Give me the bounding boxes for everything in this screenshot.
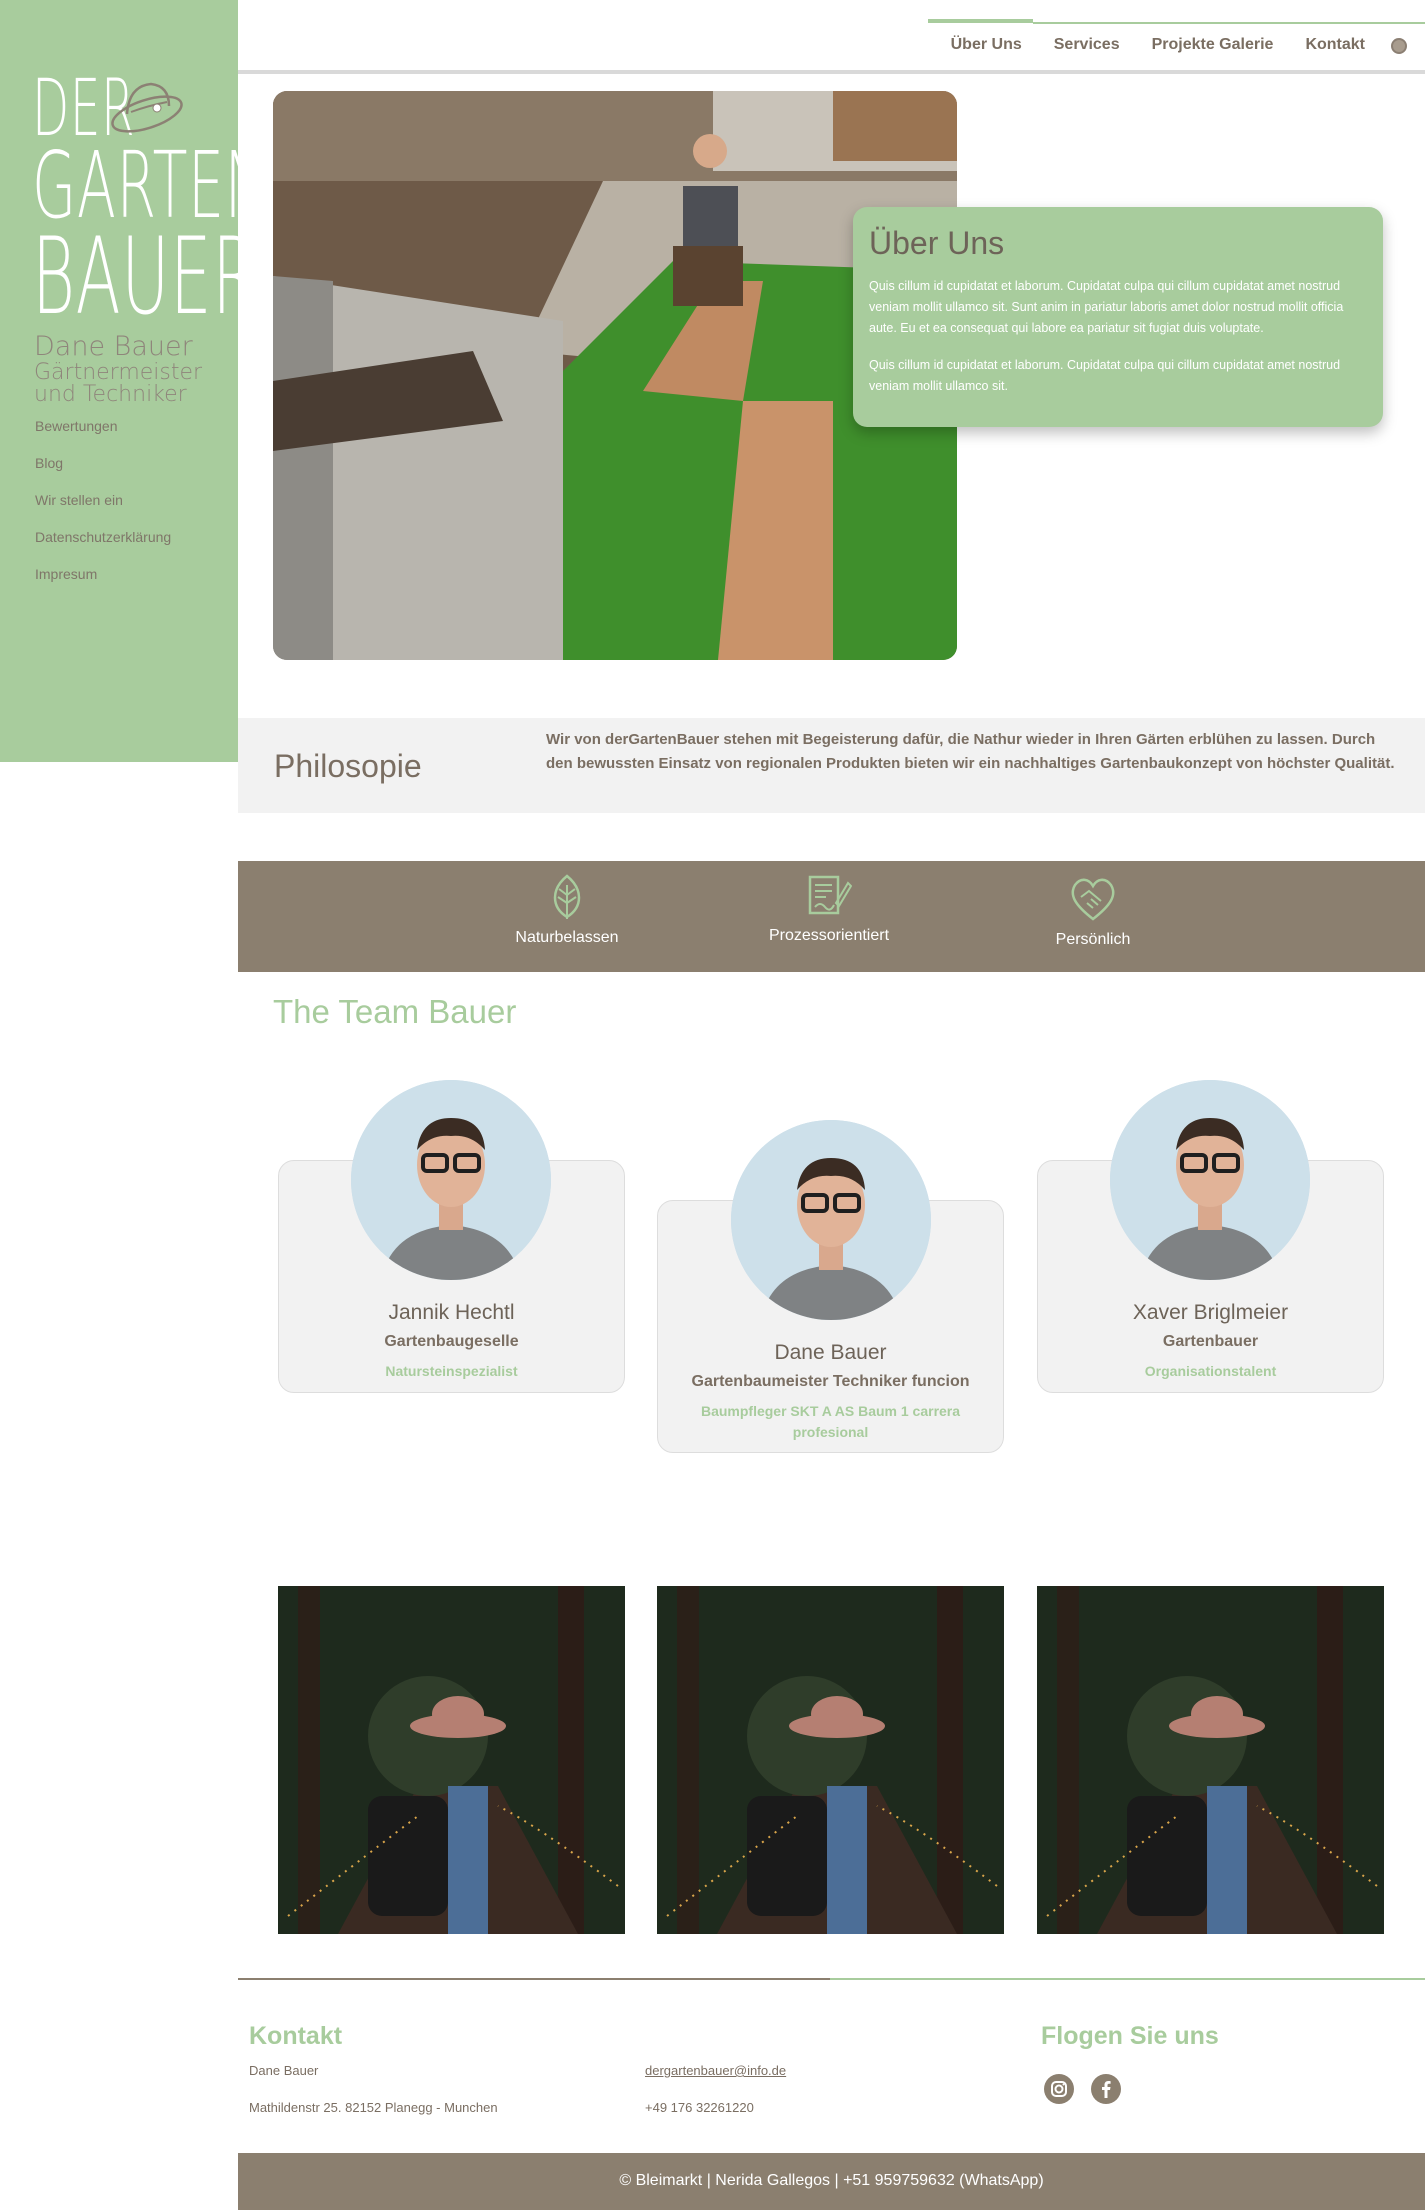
values-band: Naturbelassen Prozessorientiert Persönli… bbox=[238, 861, 1425, 972]
owner-title-line1: Gärtnermeister bbox=[34, 360, 203, 385]
philosophy-section: Philosopie Wir von derGartenBauer stehen… bbox=[238, 718, 1425, 813]
sidebar-item-jobs[interactable]: Wir stellen ein bbox=[35, 490, 171, 527]
philosophy-title: Philosopie bbox=[274, 748, 422, 784]
value-persoenlich: Persönlich bbox=[983, 873, 1203, 949]
value-prozessorientiert: Prozessorientiert bbox=[719, 873, 939, 945]
member-skill: Organisationstalent bbox=[1144, 1363, 1277, 1379]
member-role: Gartenbaugeselle bbox=[384, 1333, 519, 1350]
sidebar-item-impressum[interactable]: Impresum bbox=[35, 564, 171, 601]
facebook-icon[interactable] bbox=[1091, 2074, 1121, 2104]
active-tab-indicator bbox=[928, 19, 1033, 23]
value-label: Prozessorientiert bbox=[768, 927, 890, 944]
avatar bbox=[1110, 1080, 1310, 1280]
gallery-image[interactable] bbox=[657, 1586, 1004, 1934]
footer-divider bbox=[238, 1978, 1425, 1980]
value-naturbelassen: Naturbelassen bbox=[457, 873, 677, 947]
nav-item-projekte-galerie[interactable]: Projekte Galerie bbox=[1152, 36, 1274, 54]
nav-item-services[interactable]: Services bbox=[1054, 36, 1120, 54]
about-card: Über Uns Quis cillum id cupidatat et lab… bbox=[853, 207, 1383, 427]
footer-address: Mathildenstr 25. 82152 Planegg - Munchen bbox=[249, 2100, 498, 2115]
brand-subtitle: Dane Bauer Gärtnermeister und Techniker bbox=[34, 332, 202, 406]
brand-logo[interactable]: DER GARTEN BAUER bbox=[32, 70, 267, 338]
about-title: Über Uns bbox=[869, 225, 1005, 261]
forest-photo-illustration bbox=[657, 1586, 1004, 1934]
sidebar-item-bewertungen[interactable]: Bewertungen bbox=[35, 416, 171, 453]
portrait-illustration bbox=[351, 1080, 551, 1280]
team-title: The Team Bauer bbox=[273, 993, 517, 1030]
nav-divider bbox=[1033, 22, 1425, 24]
value-label: Persönlich bbox=[1055, 931, 1131, 948]
logo-word-bauer: BAUER bbox=[32, 215, 259, 338]
portrait-illustration bbox=[1110, 1080, 1310, 1280]
nav-item-ueber-uns[interactable]: Über Uns bbox=[951, 36, 1022, 54]
language-toggle[interactable] bbox=[1391, 38, 1407, 54]
footer-social-title: Flogen Sie uns bbox=[1041, 2022, 1219, 2050]
gallery-image[interactable] bbox=[278, 1586, 625, 1934]
about-paragraph-1: Quis cillum id cupidatat et laborum. Cup… bbox=[869, 279, 1344, 335]
member-role: Gartenbauer bbox=[1162, 1333, 1259, 1350]
about-paragraph-2: Quis cillum id cupidatat et laborum. Cup… bbox=[869, 358, 1341, 393]
avatar bbox=[351, 1080, 551, 1280]
sidebar: DER GARTEN BAUER Dane Bauer Gärtnermeist… bbox=[0, 0, 267, 762]
sidebar-item-blog[interactable]: Blog bbox=[35, 453, 171, 490]
owner-name: Dane Bauer bbox=[34, 331, 193, 362]
footer-contact-title: Kontakt bbox=[249, 2022, 343, 2050]
member-name: Xaver Briglmeier bbox=[1132, 1301, 1289, 1324]
philosophy-text: Wir von derGartenBauer stehen mit Begeis… bbox=[546, 731, 1395, 772]
handshake-heart-icon bbox=[1071, 878, 1115, 921]
footer-contact-name: Dane Bauer bbox=[249, 2063, 319, 2078]
nav-item-kontakt[interactable]: Kontakt bbox=[1305, 36, 1365, 54]
member-skill: Baumpfleger SKT A AS Baum 1 carrera prof… bbox=[700, 1403, 961, 1440]
leaf-icon bbox=[553, 874, 581, 919]
forest-photo-illustration bbox=[278, 1586, 625, 1934]
instagram-icon[interactable] bbox=[1044, 2074, 1074, 2104]
member-name: Jannik Hechtl bbox=[388, 1301, 515, 1324]
value-label: Naturbelassen bbox=[515, 929, 619, 946]
footer-email-link[interactable]: dergartenbauer@info.de bbox=[645, 2063, 786, 2078]
owner-title-line2: und Techniker bbox=[34, 382, 187, 407]
document-pen-icon bbox=[808, 875, 852, 915]
avatar bbox=[731, 1120, 931, 1320]
footer-phone: +49 176 32261220 bbox=[645, 2100, 754, 2115]
sidebar-item-datenschutz[interactable]: Datenschutzerklärung bbox=[35, 527, 171, 564]
gallery-image[interactable] bbox=[1037, 1586, 1384, 1934]
main-menu: Über Uns Services Projekte Galerie Konta… bbox=[951, 36, 1365, 54]
member-skill: Natursteinspezialist bbox=[385, 1363, 518, 1379]
hat-icon bbox=[111, 82, 183, 133]
member-role: Gartenbaumeister Techniker funcion bbox=[691, 1373, 970, 1390]
forest-photo-illustration bbox=[1037, 1586, 1384, 1934]
top-nav: Über Uns Services Projekte Galerie Konta… bbox=[238, 0, 1425, 74]
member-name: Dane Bauer bbox=[774, 1341, 887, 1364]
copyright-bar: © Bleimarkt | Nerida Gallegos | +51 9597… bbox=[238, 2153, 1425, 2210]
sidebar-nav: Bewertungen Blog Wir stellen ein Datensc… bbox=[35, 416, 171, 601]
portrait-illustration bbox=[731, 1120, 931, 1320]
